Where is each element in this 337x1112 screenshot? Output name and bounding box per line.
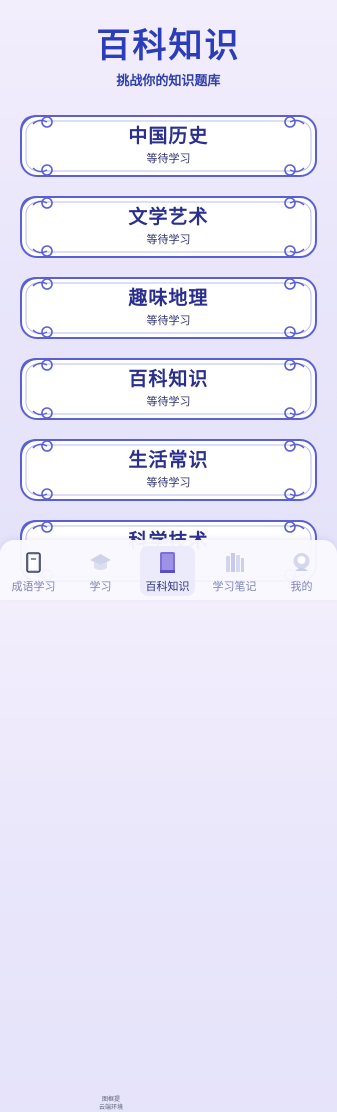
page-subtitle: 挑战你的知识题库 <box>116 74 221 89</box>
user-avatar-icon <box>289 550 314 576</box>
category-status: 等待学习 <box>146 314 191 327</box>
tab-label: 成语学习 <box>11 580 56 593</box>
bookshelf-icon <box>222 550 247 576</box>
tab-idiom-study[interactable]: 成语学习 <box>0 540 67 600</box>
overlay-note-line1: 图框提 <box>101 1096 120 1103</box>
tab-label: 百科知识 <box>145 580 190 593</box>
page-title: 百科知识 <box>96 26 241 66</box>
category-card-life[interactable]: 生活常识 等待学习 <box>17 436 320 504</box>
category-card-encyclopedia[interactable]: 百科知识 等待学习 <box>17 355 320 423</box>
category-status: 等待学习 <box>146 233 191 246</box>
category-status: 等待学习 <box>146 152 191 165</box>
tab-encyclopedia[interactable]: 百科知识 <box>134 540 201 600</box>
category-status: 等待学习 <box>146 395 191 408</box>
category-name: 生活常识 <box>128 449 209 471</box>
category-card-geography[interactable]: 趣味地理 等待学习 <box>17 274 320 342</box>
graduation-cap-icon <box>88 550 113 576</box>
category-name: 文学艺术 <box>128 206 209 228</box>
tab-profile[interactable]: 我的 <box>268 540 335 600</box>
category-name: 中国历史 <box>128 125 209 147</box>
tab-study[interactable]: 学习 <box>67 540 134 600</box>
category-card-history[interactable]: 中国历史 等待学习 <box>17 112 320 180</box>
overlay-note: 图框提 云端环境 <box>86 1096 136 1112</box>
category-card-literature[interactable]: 文学艺术 等待学习 <box>17 193 320 261</box>
tab-study-notes[interactable]: 学习笔记 <box>201 540 268 600</box>
book-icon <box>21 550 46 576</box>
tab-label: 学习 <box>89 580 112 593</box>
tab-label: 我的 <box>290 580 313 593</box>
category-name: 趣味地理 <box>128 287 209 309</box>
encyclopedia-book-icon <box>155 550 180 576</box>
overlay-note-line2: 云端环境 <box>98 1104 123 1111</box>
category-name: 百科知识 <box>128 368 209 390</box>
bottom-tab-bar: 成语学习 学习 百科知识 学习笔记 我的 图框提 云端环境 <box>0 540 337 1111</box>
category-status: 等待学习 <box>146 476 191 489</box>
tab-label: 学习笔记 <box>212 580 257 593</box>
